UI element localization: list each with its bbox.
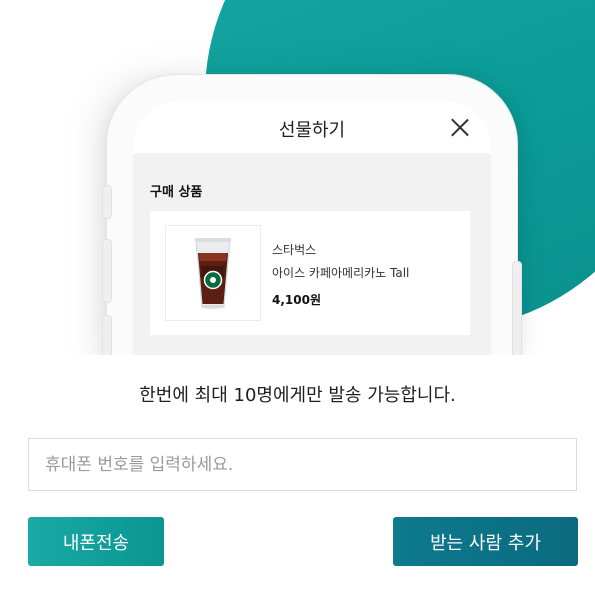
product-card: 스타벅스 아이스 카페아메리카노 Tall 4,100원 [150,211,470,335]
product-name: 아이스 카페아메리카노 Tall [272,266,410,280]
product-image [165,225,261,321]
product-brand: 스타벅스 [272,243,317,257]
section-title: 구매 상품 [150,185,203,200]
phone-screen: 선물하기 구매 상품 스타벅스 아이스 카페아메리카노 Tall 4,100원 [133,101,491,355]
modal-header: 선물하기 [133,101,491,153]
product-price: 4,100원 [272,293,321,307]
send-to-my-phone-button[interactable]: 내폰전송 [28,517,164,566]
phone-side-button [512,261,522,355]
iced-coffee-cup-icon [195,238,231,309]
modal-body: 구매 상품 스타벅스 아이스 카페아메리카노 Tall 4,100원 [133,153,491,355]
modal-title: 선물하기 [278,120,346,141]
phone-mockup: 선물하기 구매 상품 스타벅스 아이스 카페아메리카노 Tall 4,100원 [102,74,522,355]
phone-side-button [102,239,112,303]
send-limit-notice: 한번에 최대 10명에게만 발송 가능합니다. [139,385,456,406]
hero-illustration: 선물하기 구매 상품 스타벅스 아이스 카페아메리카노 Tall 4,100원 [0,0,595,355]
phone-number-input[interactable] [28,438,577,491]
phone-side-button [102,315,112,355]
close-icon[interactable] [451,118,469,136]
phone-side-button [102,185,112,219]
add-recipient-button[interactable]: 받는 사람 추가 [393,517,578,566]
